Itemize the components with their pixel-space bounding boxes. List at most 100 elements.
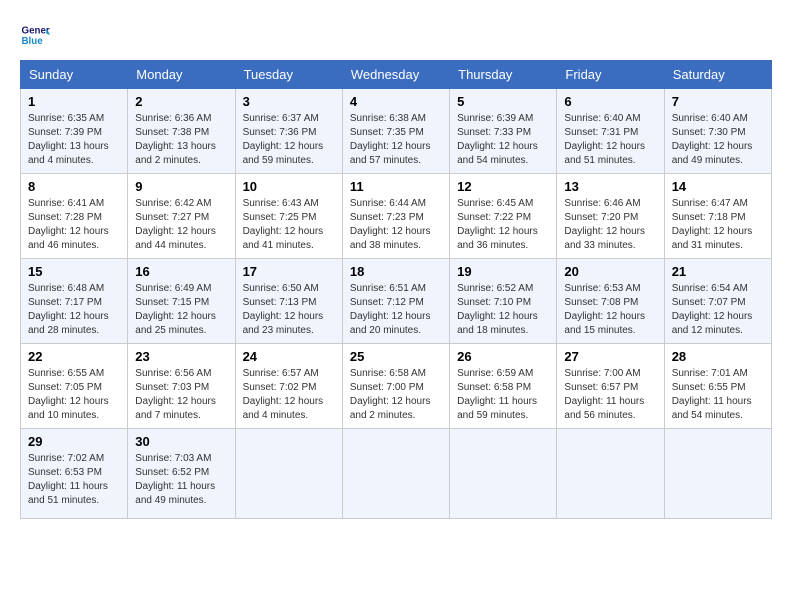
calendar-cell: 29Sunrise: 7:02 AMSunset: 6:53 PMDayligh…	[21, 429, 128, 519]
calendar-cell: 2 Sunrise: 6:36 AMSunset: 7:38 PMDaylight…	[128, 89, 235, 174]
day-number: 3	[243, 94, 335, 109]
day-info: Sunrise: 6:58 AMSunset: 7:00 PMDaylight:…	[350, 367, 442, 423]
day-info: Sunrise: 6:49 AMSunset: 7:15 PMDaylight:…	[135, 282, 227, 338]
day-info: Sunrise: 6:42 AMSunset: 7:27 PMDaylight:…	[135, 197, 227, 253]
calendar-cell: 9 Sunrise: 6:42 AMSunset: 7:27 PMDaylight…	[128, 174, 235, 259]
weekday-header-friday: Friday	[557, 61, 664, 89]
day-info: Sunrise: 6:46 AMSunset: 7:20 PMDaylight:…	[564, 197, 656, 253]
calendar-cell: 26 Sunrise: 6:59 AMSunset: 6:58 PMDayligh…	[450, 344, 557, 429]
day-info: Sunrise: 6:56 AMSunset: 7:03 PMDaylight:…	[135, 367, 227, 423]
day-number: 6	[564, 94, 656, 109]
day-info: Sunrise: 7:00 AMSunset: 6:57 PMDaylight:…	[564, 367, 656, 423]
day-info: Sunrise: 6:43 AMSunset: 7:25 PMDaylight:…	[243, 197, 335, 253]
day-number: 14	[672, 179, 764, 194]
day-info: Sunrise: 7:03 AMSunset: 6:52 PMDaylight:…	[135, 452, 227, 508]
day-number: 30	[135, 434, 227, 449]
day-number: 2	[135, 94, 227, 109]
calendar-header: SundayMondayTuesdayWednesdayThursdayFrid…	[21, 61, 772, 89]
calendar-cell: 5 Sunrise: 6:39 AMSunset: 7:33 PMDaylight…	[450, 89, 557, 174]
weekday-header-sunday: Sunday	[21, 61, 128, 89]
day-info: Sunrise: 6:39 AMSunset: 7:33 PMDaylight:…	[457, 112, 549, 168]
calendar-cell: 30 Sunrise: 7:03 AMSunset: 6:52 PMDayligh…	[128, 429, 235, 519]
calendar-cell: 27 Sunrise: 7:00 AMSunset: 6:57 PMDayligh…	[557, 344, 664, 429]
calendar-cell: 4 Sunrise: 6:38 AMSunset: 7:35 PMDaylight…	[342, 89, 449, 174]
calendar-cell: 22Sunrise: 6:55 AMSunset: 7:05 PMDayligh…	[21, 344, 128, 429]
day-info: Sunrise: 6:45 AMSunset: 7:22 PMDaylight:…	[457, 197, 549, 253]
day-info: Sunrise: 6:35 AMSunset: 7:39 PMDaylight:…	[28, 112, 120, 168]
calendar-cell	[235, 429, 342, 519]
page-header: General Blue	[20, 20, 772, 50]
day-info: Sunrise: 6:40 AMSunset: 7:31 PMDaylight:…	[564, 112, 656, 168]
day-number: 24	[243, 349, 335, 364]
calendar-cell: 25 Sunrise: 6:58 AMSunset: 7:00 PMDayligh…	[342, 344, 449, 429]
weekday-header-thursday: Thursday	[450, 61, 557, 89]
day-number: 13	[564, 179, 656, 194]
calendar-cell	[557, 429, 664, 519]
day-info: Sunrise: 6:55 AMSunset: 7:05 PMDaylight:…	[28, 367, 120, 423]
calendar-cell: 13 Sunrise: 6:46 AMSunset: 7:20 PMDayligh…	[557, 174, 664, 259]
weekday-header-monday: Monday	[128, 61, 235, 89]
day-info: Sunrise: 6:48 AMSunset: 7:17 PMDaylight:…	[28, 282, 120, 338]
day-number: 23	[135, 349, 227, 364]
day-number: 27	[564, 349, 656, 364]
calendar-cell: 8 Sunrise: 6:41 AMSunset: 7:28 PMDaylight…	[21, 174, 128, 259]
calendar-cell	[450, 429, 557, 519]
day-info: Sunrise: 6:52 AMSunset: 7:10 PMDaylight:…	[457, 282, 549, 338]
day-number: 4	[350, 94, 442, 109]
day-info: Sunrise: 6:36 AMSunset: 7:38 PMDaylight:…	[135, 112, 227, 168]
calendar-cell: 20Sunrise: 6:53 AMSunset: 7:08 PMDayligh…	[557, 259, 664, 344]
calendar-cell	[664, 429, 771, 519]
day-number: 21	[672, 264, 764, 279]
day-number: 7	[672, 94, 764, 109]
day-number: 5	[457, 94, 549, 109]
day-number: 8	[28, 179, 120, 194]
svg-text:Blue: Blue	[22, 36, 44, 47]
day-number: 19	[457, 264, 549, 279]
day-info: Sunrise: 6:40 AMSunset: 7:30 PMDaylight:…	[672, 112, 764, 168]
day-number: 28	[672, 349, 764, 364]
calendar-cell: 15 Sunrise: 6:48 AMSunset: 7:17 PMDayligh…	[21, 259, 128, 344]
weekday-header-saturday: Saturday	[664, 61, 771, 89]
calendar-cell: 28 Sunrise: 7:01 AMSunset: 6:55 PMDayligh…	[664, 344, 771, 429]
day-info: Sunrise: 6:59 AMSunset: 6:58 PMDaylight:…	[457, 367, 549, 423]
calendar-cell: 19 Sunrise: 6:52 AMSunset: 7:10 PMDayligh…	[450, 259, 557, 344]
calendar-cell: 23 Sunrise: 6:56 AMSunset: 7:03 PMDayligh…	[128, 344, 235, 429]
calendar-cell: 24 Sunrise: 6:57 AMSunset: 7:02 PMDayligh…	[235, 344, 342, 429]
day-number: 12	[457, 179, 549, 194]
day-info: Sunrise: 6:38 AMSunset: 7:35 PMDaylight:…	[350, 112, 442, 168]
day-info: Sunrise: 6:54 AMSunset: 7:07 PMDaylight:…	[672, 282, 764, 338]
calendar-cell	[342, 429, 449, 519]
day-number: 17	[243, 264, 335, 279]
calendar-cell: 10 Sunrise: 6:43 AMSunset: 7:25 PMDayligh…	[235, 174, 342, 259]
logo: General Blue	[20, 20, 54, 50]
svg-text:General: General	[22, 26, 51, 37]
calendar-cell: 3 Sunrise: 6:37 AMSunset: 7:36 PMDaylight…	[235, 89, 342, 174]
weekday-header-tuesday: Tuesday	[235, 61, 342, 89]
calendar-cell: 6 Sunrise: 6:40 AMSunset: 7:31 PMDaylight…	[557, 89, 664, 174]
calendar-cell: 17 Sunrise: 6:50 AMSunset: 7:13 PMDayligh…	[235, 259, 342, 344]
day-info: Sunrise: 7:02 AMSunset: 6:53 PMDaylight:…	[28, 452, 120, 508]
day-info: Sunrise: 6:50 AMSunset: 7:13 PMDaylight:…	[243, 282, 335, 338]
calendar-cell: 14 Sunrise: 6:47 AMSunset: 7:18 PMDayligh…	[664, 174, 771, 259]
day-number: 10	[243, 179, 335, 194]
calendar-cell: 18Sunrise: 6:51 AMSunset: 7:12 PMDayligh…	[342, 259, 449, 344]
day-number: 26	[457, 349, 549, 364]
weekday-header-wednesday: Wednesday	[342, 61, 449, 89]
calendar-cell: 16 Sunrise: 6:49 AMSunset: 7:15 PMDayligh…	[128, 259, 235, 344]
day-info: Sunrise: 6:44 AMSunset: 7:23 PMDaylight:…	[350, 197, 442, 253]
day-info: Sunrise: 6:41 AMSunset: 7:28 PMDaylight:…	[28, 197, 120, 253]
calendar-cell: 11Sunrise: 6:44 AMSunset: 7:23 PMDayligh…	[342, 174, 449, 259]
calendar-table: SundayMondayTuesdayWednesdayThursdayFrid…	[20, 60, 772, 519]
day-info: Sunrise: 7:01 AMSunset: 6:55 PMDaylight:…	[672, 367, 764, 423]
day-number: 16	[135, 264, 227, 279]
day-info: Sunrise: 6:37 AMSunset: 7:36 PMDaylight:…	[243, 112, 335, 168]
calendar-cell: 1Sunrise: 6:35 AMSunset: 7:39 PMDaylight…	[21, 89, 128, 174]
day-number: 15	[28, 264, 120, 279]
calendar-cell: 12 Sunrise: 6:45 AMSunset: 7:22 PMDayligh…	[450, 174, 557, 259]
day-number: 9	[135, 179, 227, 194]
day-info: Sunrise: 6:51 AMSunset: 7:12 PMDaylight:…	[350, 282, 442, 338]
day-number: 25	[350, 349, 442, 364]
day-info: Sunrise: 6:47 AMSunset: 7:18 PMDaylight:…	[672, 197, 764, 253]
logo-icon: General Blue	[20, 20, 50, 50]
day-info: Sunrise: 6:57 AMSunset: 7:02 PMDaylight:…	[243, 367, 335, 423]
